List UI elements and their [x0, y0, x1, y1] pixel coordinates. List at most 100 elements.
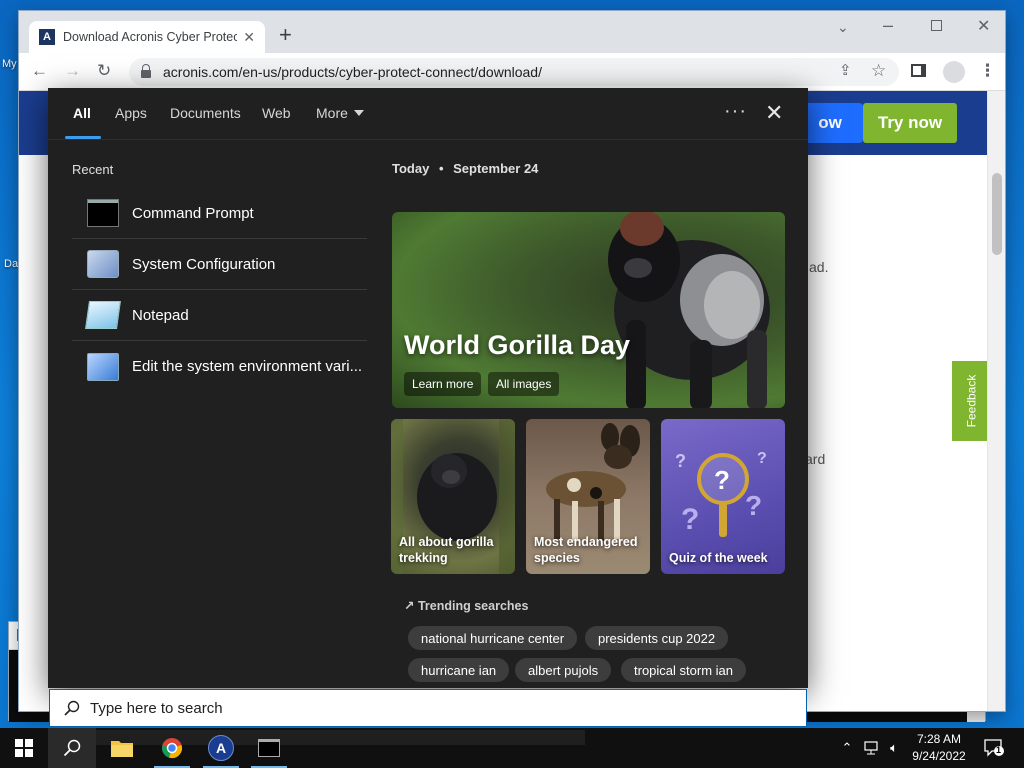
- trending-chip[interactable]: presidents cup 2022: [585, 626, 729, 650]
- notepad-icon: [85, 301, 121, 329]
- svg-text:?: ?: [757, 450, 767, 467]
- recent-heading: Recent: [72, 162, 114, 177]
- recent-item-label: Notepad: [132, 306, 189, 324]
- browser-tab[interactable]: A Download Acronis Cyber Protect ✕: [29, 21, 265, 53]
- search-taskbar-button[interactable]: [48, 728, 96, 768]
- trending-chip[interactable]: tropical storm ian: [621, 658, 746, 682]
- windows-logo-icon: [15, 739, 33, 757]
- tab-web[interactable]: Web: [262, 105, 291, 121]
- start-button[interactable]: [0, 728, 48, 768]
- feedback-label: Feedback: [964, 374, 979, 428]
- recent-item[interactable]: System Configuration: [72, 239, 367, 290]
- tab-more[interactable]: More: [316, 105, 364, 121]
- trending-chip[interactable]: national hurricane center: [408, 626, 578, 650]
- recent-list: Command Prompt System Configuration Note…: [72, 188, 367, 392]
- card-caption: All about gorilla trekking: [399, 535, 494, 565]
- clock-date: 9/24/2022: [912, 749, 966, 763]
- trending-chip[interactable]: hurricane ian: [408, 658, 510, 682]
- acronis-favicon-icon: A: [39, 29, 55, 45]
- card-caption: Quiz of the week: [669, 551, 768, 565]
- close-icon[interactable]: ✕: [765, 100, 783, 126]
- acronis-icon: A: [208, 735, 234, 761]
- trending-chip[interactable]: albert pujols: [515, 658, 612, 682]
- back-arrow-icon[interactable]: ←: [31, 61, 48, 81]
- file-explorer-button[interactable]: [98, 728, 146, 768]
- more-options-icon[interactable]: ···: [724, 100, 747, 123]
- lock-icon[interactable]: [141, 64, 151, 78]
- endangered-species-card[interactable]: Most endangered species: [526, 419, 650, 574]
- recent-item-label: System Configuration: [132, 255, 276, 273]
- clock-time: 7:28 AM: [916, 732, 962, 746]
- recent-item-label: Edit the system environment vari...: [132, 358, 363, 375]
- volume-icon[interactable]: 🔈︎: [884, 728, 904, 768]
- hero-title: World Gorilla Day: [404, 330, 631, 360]
- page-text-fragment: ard: [805, 451, 826, 467]
- tab-more-label: More: [316, 105, 348, 121]
- active-tab-indicator: [65, 136, 101, 139]
- minimize-icon[interactable]: –: [883, 15, 893, 36]
- forward-arrow-icon[interactable]: →: [64, 61, 81, 81]
- tab-strip: A Download Acronis Cyber Protect ✕ + ⌄ –…: [19, 11, 1005, 53]
- page-scrollbar[interactable]: [987, 91, 1005, 711]
- folder-icon: [111, 741, 133, 757]
- separator-dot: •: [438, 161, 444, 176]
- svg-text:?: ?: [714, 465, 730, 495]
- chrome-button[interactable]: [148, 728, 196, 768]
- clock[interactable]: 7:28 AM 9/24/2022: [908, 731, 970, 765]
- scroll-thumb[interactable]: [992, 173, 1002, 255]
- close-tab-icon[interactable]: ✕: [243, 29, 255, 46]
- desktop-icon-label[interactable]: Da: [4, 258, 18, 270]
- try-now-button[interactable]: Try now: [863, 103, 957, 143]
- menu-kebab-icon[interactable]: ⋮: [979, 61, 996, 81]
- system-configuration-icon: [87, 250, 119, 278]
- tab-all[interactable]: All: [73, 105, 91, 121]
- taskbar: A ⌃ 🔈︎ 7:28 AM 9/24/2022 1: [0, 728, 1024, 768]
- search-icon: [64, 700, 80, 716]
- network-icon[interactable]: [862, 728, 882, 768]
- action-center-button[interactable]: 1: [980, 728, 1008, 768]
- card-caption: Most endangered species: [534, 535, 638, 565]
- all-images-button[interactable]: All images: [488, 372, 560, 396]
- reload-icon[interactable]: ↻: [97, 61, 111, 81]
- acronis-app-button[interactable]: A: [197, 728, 245, 768]
- caret-down-icon: [353, 110, 364, 116]
- trending-arrow-icon: ↗: [404, 599, 415, 613]
- search-icon: [63, 739, 81, 757]
- hero-card[interactable]: World Gorilla Day Learn more All images: [392, 212, 785, 408]
- recent-item[interactable]: Edit the system environment vari...: [72, 341, 367, 392]
- tab-documents[interactable]: Documents: [170, 105, 241, 121]
- page-text-fragment: ad.: [809, 259, 829, 275]
- svg-text:?: ?: [675, 451, 686, 471]
- quiz-card[interactable]: ? ? ? ? ? Quiz of the week: [661, 419, 785, 574]
- command-prompt-button[interactable]: [245, 728, 293, 768]
- profile-avatar-icon[interactable]: [943, 61, 965, 83]
- show-hidden-icons-chevron-icon[interactable]: ⌃: [838, 728, 856, 768]
- gorilla-trekking-card[interactable]: All about gorilla trekking: [391, 419, 515, 574]
- recent-item[interactable]: Command Prompt: [72, 188, 367, 239]
- search-scope-tabs: All Apps Documents Web More ··· ✕: [48, 88, 808, 140]
- learn-more-button[interactable]: Learn more: [404, 372, 482, 396]
- trending-heading: ↗ Trending searches: [404, 598, 528, 613]
- tab-apps[interactable]: Apps: [115, 105, 147, 121]
- maximize-icon[interactable]: [931, 20, 942, 31]
- tab-search-chevron-icon[interactable]: ⌄: [837, 19, 849, 36]
- bookmark-star-icon[interactable]: ☆: [871, 61, 886, 81]
- new-tab-icon[interactable]: +: [279, 23, 292, 47]
- network-monitor-icon: [864, 741, 878, 755]
- svg-text:?: ?: [745, 490, 762, 521]
- search-box[interactable]: [49, 689, 807, 727]
- search-input[interactable]: [90, 699, 690, 717]
- command-prompt-icon: [87, 199, 119, 227]
- url-text[interactable]: acronis.com/en-us/products/cyber-protect…: [163, 64, 542, 80]
- close-window-icon[interactable]: ✕: [977, 16, 990, 36]
- chrome-icon: [162, 738, 182, 759]
- desktop-icon-label[interactable]: My: [2, 58, 17, 70]
- recent-item-label: Command Prompt: [132, 204, 254, 222]
- address-bar[interactable]: acronis.com/en-us/products/cyber-protect…: [129, 58, 899, 86]
- share-icon[interactable]: ⇪: [839, 61, 852, 79]
- side-panel-icon[interactable]: [911, 64, 926, 77]
- recent-item[interactable]: Notepad: [72, 290, 367, 341]
- gorilla-image: [608, 212, 770, 408]
- trending-label: Trending searches: [417, 599, 529, 613]
- feedback-tab[interactable]: Feedback: [952, 361, 990, 441]
